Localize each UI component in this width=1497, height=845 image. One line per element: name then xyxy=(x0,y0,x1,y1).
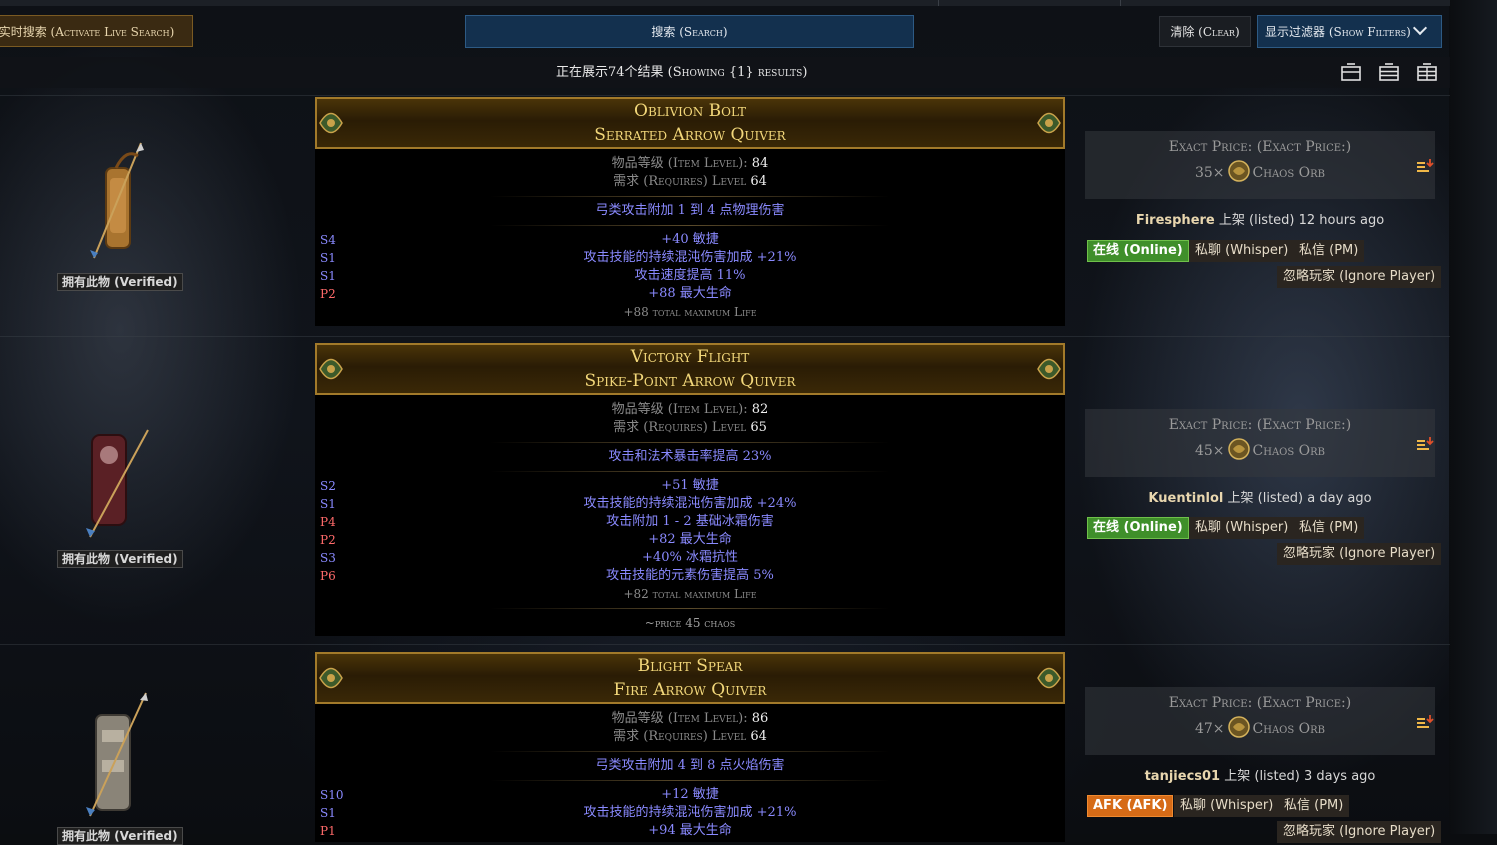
item-header: Blight Spear Fire Arrow Quiver xyxy=(315,652,1065,704)
search-button[interactable]: 搜索 (Search) xyxy=(465,15,914,48)
explicit-mod: S1 攻击技能的持续混沌伤害加成 +21% xyxy=(320,250,797,265)
price-label: Exact Price: (Exact Price:) xyxy=(1168,695,1352,711)
item-card: Oblivion Bolt Serrated Arrow Quiver 物品等级… xyxy=(315,97,1065,326)
pseudo-total: +82 total maximum Life xyxy=(623,587,757,601)
item-level: 物品等级 (Item Level): 86 xyxy=(611,711,769,726)
pm-button[interactable]: 私信 (PM) xyxy=(1293,517,1365,539)
verified-badge: 拥有此物 (Verified) xyxy=(57,273,183,291)
explicit-mod: S2 +51 敏捷 xyxy=(320,478,719,493)
implicit-mod: 弓类攻击附加 1 到 4 点物理伤害 xyxy=(595,203,785,218)
chaos-orb-icon xyxy=(1227,716,1250,738)
separator xyxy=(490,471,890,472)
row-divider xyxy=(0,336,1450,337)
requires-level: 需求 (Requires) Level 64 xyxy=(613,729,767,744)
item-base-type: Fire Arrow Quiver xyxy=(613,680,767,700)
sort-icon[interactable] xyxy=(1415,435,1435,453)
sort-icon[interactable] xyxy=(1415,713,1435,731)
layout-detail-icon[interactable] xyxy=(1417,63,1437,81)
explicit-mod: P2 +88 最大生命 xyxy=(320,286,732,301)
seller-name[interactable]: Kuentinlol xyxy=(1148,491,1223,506)
explicit-mod: S1 攻击速度提高 11% xyxy=(320,268,746,283)
implicit-mod: 攻击和法术暴击率提高 23% xyxy=(608,449,772,464)
layout-list-icon[interactable] xyxy=(1379,63,1399,81)
pm-button[interactable]: 私信 (PM) xyxy=(1293,240,1365,262)
implicit-mod: 弓类攻击附加 4 到 8 点火焰伤害 xyxy=(595,758,785,773)
whisper-button[interactable]: 私聊 (Whisper) xyxy=(1189,517,1295,539)
item-header: Oblivion Bolt Serrated Arrow Quiver xyxy=(315,97,1065,149)
explicit-mod: P4 攻击附加 1 - 2 基础冰霜伤害 xyxy=(320,514,774,529)
row-divider xyxy=(0,95,1450,96)
price-box: Exact Price: (Exact Price:) 47× Chaos Orb xyxy=(1085,687,1435,755)
separator xyxy=(490,225,890,226)
explicit-mod: S1 攻击技能的持续混沌伤害加成 +24% xyxy=(320,496,797,511)
explicit-mod: P2 +82 最大生命 xyxy=(320,532,732,547)
chaos-orb-icon xyxy=(1227,160,1250,182)
quiver-image[interactable] xyxy=(86,138,146,263)
item-base-type: Serrated Arrow Quiver xyxy=(594,125,786,145)
explicit-mod: S1 攻击技能的持续混沌伤害加成 +21% xyxy=(320,805,797,820)
price-label: Exact Price: (Exact Price:) xyxy=(1168,139,1352,155)
item-card: Victory Flight Spike-Point Arrow Quiver … xyxy=(315,343,1065,636)
separator xyxy=(490,196,890,197)
status-badge: 在线 (Online) xyxy=(1087,240,1189,262)
item-level: 物品等级 (Item Level): 84 xyxy=(611,156,769,171)
ignore-player-button[interactable]: 忽略玩家 (Ignore Player) xyxy=(1277,266,1442,288)
ignore-player-button[interactable]: 忽略玩家 (Ignore Player) xyxy=(1277,821,1442,843)
separator xyxy=(490,780,890,781)
separator xyxy=(490,608,890,609)
seller-info: Kuentinlol 上架 (listed) a day ago xyxy=(1148,491,1372,506)
pseudo-total: +88 total maximum Life xyxy=(623,305,757,319)
show-filters-button[interactable]: 显示过滤器 (Show Filters) xyxy=(1257,15,1442,48)
explicit-mod: S10 +12 敏捷 xyxy=(320,787,719,802)
verified-badge: 拥有此物 (Verified) xyxy=(57,827,183,845)
show-filters-label: 显示过滤器 (Show Filters) xyxy=(1265,25,1411,39)
item-name: Oblivion Bolt xyxy=(634,101,746,121)
status-badge: 在线 (Online) xyxy=(1087,517,1189,539)
live-search-button[interactable]: 实时搜索 (Activate Live Search) xyxy=(0,15,193,47)
separator xyxy=(490,442,890,443)
ignore-player-button[interactable]: 忽略玩家 (Ignore Player) xyxy=(1277,543,1442,565)
whisper-button[interactable]: 私聊 (Whisper) xyxy=(1174,795,1280,817)
clear-button[interactable]: 清除 (Clear) xyxy=(1159,16,1251,47)
price-amount: 35× Chaos Orb xyxy=(1085,160,1435,183)
item-header: Victory Flight Spike-Point Arrow Quiver xyxy=(315,343,1065,395)
status-badge: AFK (AFK) xyxy=(1087,795,1174,817)
sort-icon[interactable] xyxy=(1415,157,1435,175)
price-amount: 47× Chaos Orb xyxy=(1085,716,1435,739)
quiver-image[interactable] xyxy=(80,425,152,540)
requires-level: 需求 (Requires) Level 64 xyxy=(613,174,767,189)
layout-compact-icon[interactable] xyxy=(1341,63,1361,81)
explicit-mod: P6 攻击技能的元素伤害提高 5% xyxy=(320,568,774,583)
price-note: ~price 45 chaos xyxy=(644,616,736,630)
chevron-down-icon xyxy=(1412,20,1427,36)
verified-badge: 拥有此物 (Verified) xyxy=(57,550,183,568)
item-name: Victory Flight xyxy=(630,347,750,367)
seller-info: Firesphere 上架 (listed) 12 hours ago xyxy=(1135,213,1385,228)
results-summary: 正在展示74个结果 (Showing {1} results) xyxy=(556,65,808,80)
explicit-mod: S4 +40 敏捷 xyxy=(320,232,719,247)
top-strip xyxy=(0,0,1450,6)
pm-button[interactable]: 私信 (PM) xyxy=(1278,795,1350,817)
explicit-mod: S3 +40% 冰霜抗性 xyxy=(320,550,738,565)
item-level: 物品等级 (Item Level): 82 xyxy=(611,402,769,417)
chaos-orb-icon xyxy=(1227,438,1250,460)
price-label: Exact Price: (Exact Price:) xyxy=(1168,417,1352,433)
price-amount: 45× Chaos Orb xyxy=(1085,438,1435,461)
seller-name[interactable]: tanjiecs01 xyxy=(1145,769,1221,784)
whisper-button[interactable]: 私聊 (Whisper) xyxy=(1189,240,1295,262)
price-box: Exact Price: (Exact Price:) 45× Chaos Orb xyxy=(1085,409,1435,477)
row-divider xyxy=(0,644,1450,645)
separator xyxy=(490,751,890,752)
item-name: Blight Spear xyxy=(637,656,743,676)
item-base-type: Spike-Point Arrow Quiver xyxy=(584,371,796,391)
requires-level: 需求 (Requires) Level 65 xyxy=(613,420,767,435)
seller-name[interactable]: Firesphere xyxy=(1136,213,1215,228)
page-edge xyxy=(1449,0,1497,834)
price-box: Exact Price: (Exact Price:) 35× Chaos Orb xyxy=(1085,131,1435,199)
explicit-mod: P1 +94 最大生命 xyxy=(320,823,732,838)
seller-info: tanjiecs01 上架 (listed) 3 days ago xyxy=(1144,769,1376,784)
quiver-image[interactable] xyxy=(82,690,150,820)
item-card: Blight Spear Fire Arrow Quiver 物品等级 (Ite… xyxy=(315,652,1065,842)
